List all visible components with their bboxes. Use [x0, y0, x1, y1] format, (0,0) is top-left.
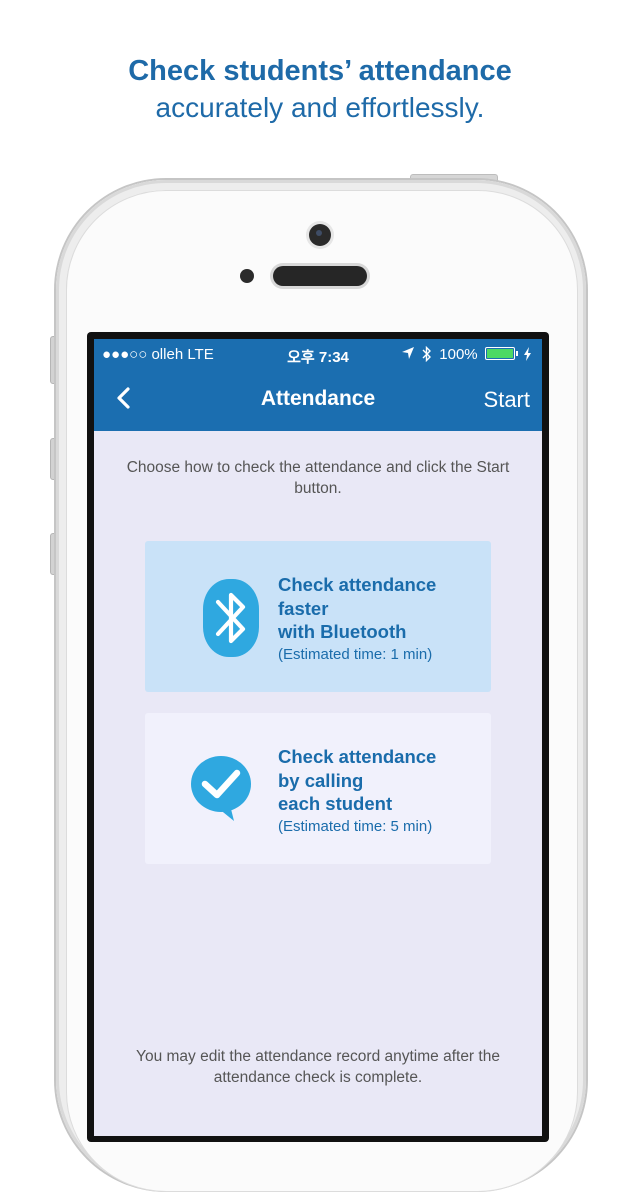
- charging-bolt-icon: [524, 347, 531, 361]
- estimated-time: (Estimated time: 5 min): [278, 817, 433, 835]
- location-arrow-icon: [401, 347, 414, 359]
- checkmark-bubble-icon: [191, 756, 251, 821]
- start-button[interactable]: Start: [484, 387, 530, 413]
- option-title-line: Check attendance: [278, 746, 437, 767]
- estimated-time: (Estimated time: 1 min): [278, 645, 433, 663]
- footer-note: You may edit the attendance record anyti…: [136, 1048, 500, 1086]
- option-title-line: each student: [278, 793, 393, 814]
- calling-option-card[interactable]: Check attendance by calling each student…: [145, 713, 491, 864]
- calling-option-text: Check attendance by calling each student…: [278, 745, 436, 838]
- marketing-headline: Check students’ attendance accurately an…: [0, 52, 640, 126]
- status-right: 100%: [401, 345, 532, 363]
- instructions-text: Choose how to check the attendance and c…: [126, 459, 510, 497]
- option-title-line: with Bluetooth: [278, 621, 407, 642]
- battery-percent: 100%: [439, 346, 478, 363]
- bluetooth-status-icon: [422, 345, 432, 363]
- bluetooth-option-text: Check attendance faster with Bluetooth (…: [278, 573, 436, 666]
- option-title-line: Check attendance: [278, 574, 437, 595]
- bluetooth-icon: [203, 579, 259, 657]
- option-title-line: faster: [278, 597, 329, 619]
- front-camera: [309, 224, 331, 246]
- app-screen: ●●●○○ olleh LTE 오후 7:34 100% Attendance …: [94, 339, 542, 1136]
- earpiece-speaker: [273, 266, 367, 286]
- status-bar: ●●●○○ olleh LTE 오후 7:34 100%: [94, 339, 542, 369]
- headline-line-2: accurately and effortlessly.: [155, 92, 485, 123]
- page-title: Attendance: [260, 387, 376, 410]
- option-title-line: by calling: [278, 769, 364, 791]
- bluetooth-option-card[interactable]: Check attendance faster with Bluetooth (…: [145, 541, 491, 692]
- proximity-sensor: [240, 269, 254, 283]
- navigation-bar: ●●●○○ olleh LTE 오후 7:34 100% Attendance …: [94, 339, 542, 431]
- headline-line-1: Check students’ attendance: [128, 55, 512, 87]
- battery-icon: [484, 347, 518, 360]
